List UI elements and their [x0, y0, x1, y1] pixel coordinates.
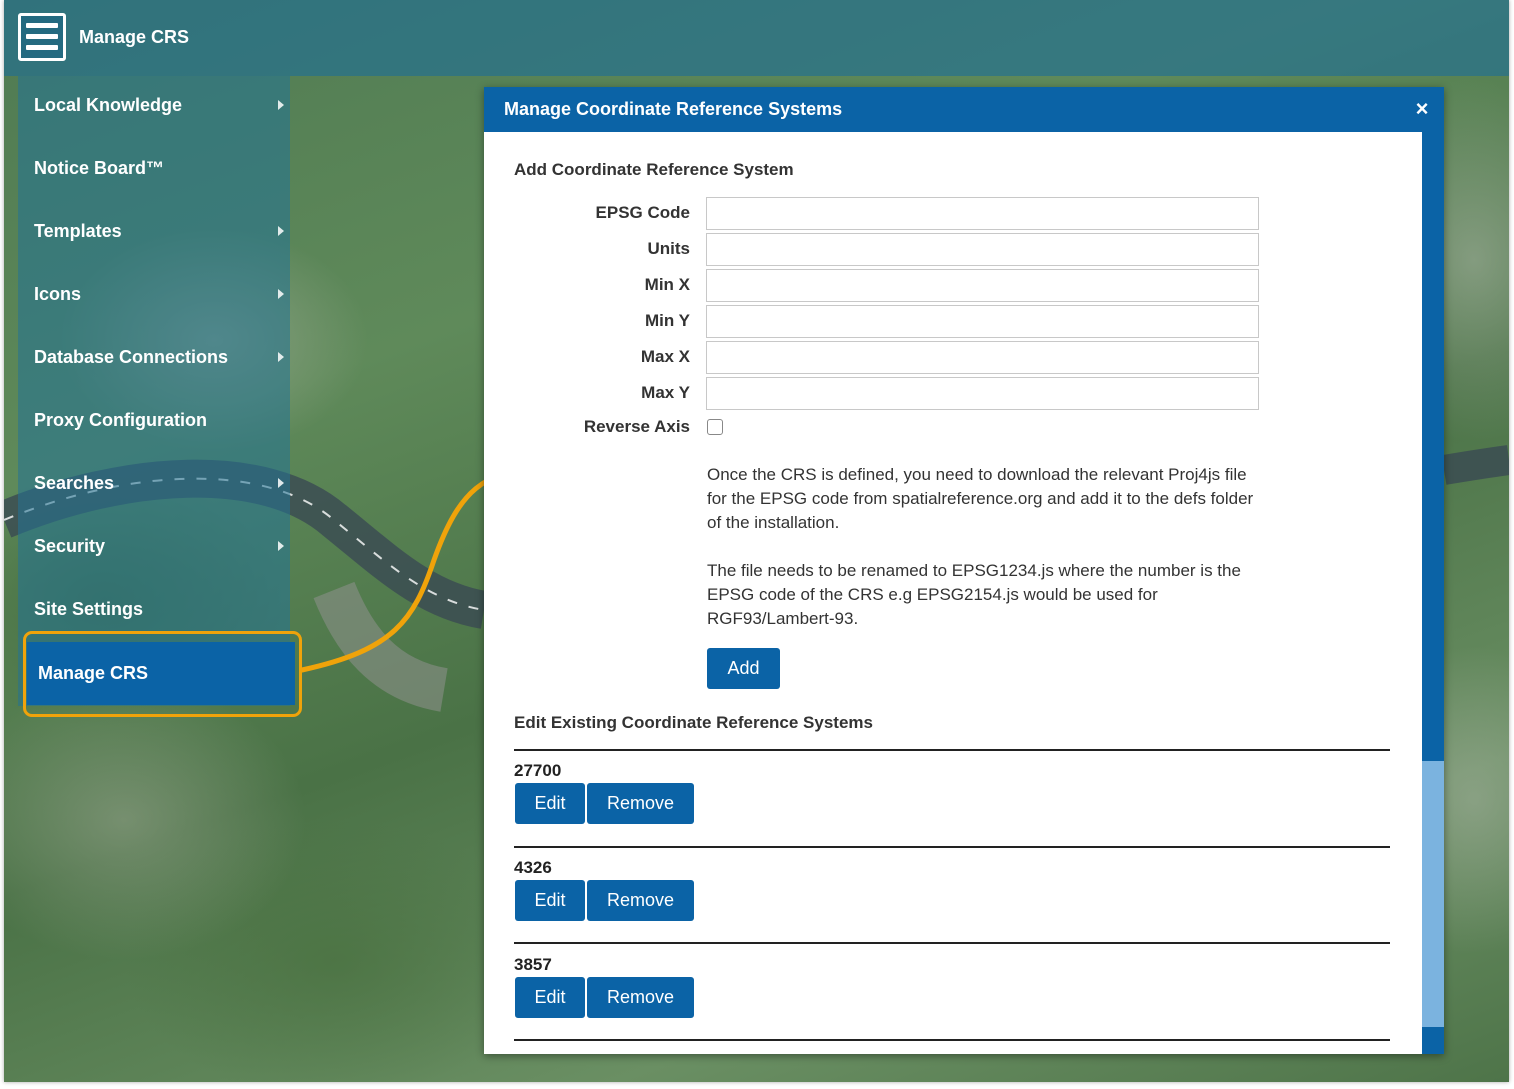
help-text-download: Once the CRS is defined, you need to dow…	[707, 465, 1254, 532]
divider	[514, 749, 1390, 751]
close-icon[interactable]: ×	[1412, 98, 1432, 120]
min-x-label: Min X	[644, 275, 690, 294]
chevron-right-icon	[278, 100, 284, 110]
max-x-input[interactable]	[706, 341, 1259, 374]
chevron-right-icon	[278, 289, 284, 299]
sidebar-item-label: Database Connections	[34, 347, 229, 367]
remove-button[interactable]: Remove	[587, 783, 694, 824]
app-title: Manage CRS	[79, 27, 190, 47]
sidebar-item-security[interactable]: Security	[18, 517, 290, 580]
dialog-scrollbar[interactable]	[1422, 132, 1444, 1054]
max-x-label: Max X	[640, 347, 690, 366]
reverse-axis-checkbox[interactable]	[707, 419, 723, 435]
sidebar-item-database-connections[interactable]: Database Connections	[18, 328, 290, 391]
sidebar-item-label: Icons	[34, 284, 82, 304]
edit-section-title: Edit Existing Coordinate Reference Syste…	[514, 713, 873, 732]
sidebar-item-label: Proxy Configuration	[34, 410, 208, 430]
sidebar-item-local-knowledge[interactable]: Local Knowledge	[18, 76, 290, 139]
epsg-code-input[interactable]	[706, 197, 1259, 230]
chevron-right-icon	[278, 478, 284, 488]
scrollbar-thumb[interactable]	[1422, 761, 1444, 1027]
remove-button[interactable]: Remove	[587, 977, 694, 1018]
units-input[interactable]	[706, 233, 1259, 266]
reverse-axis-label: Reverse Axis	[583, 417, 690, 436]
epsg-code-label: EPSG Code	[595, 203, 690, 222]
dialog-header: Manage Coordinate Reference Systems ×	[484, 87, 1444, 132]
crs-code: 4326	[514, 858, 552, 877]
sidebar: Local Knowledge Notice Board™ Templates …	[18, 76, 295, 706]
chevron-right-icon	[278, 226, 284, 236]
sidebar-item-notice-board[interactable]: Notice Board™	[18, 139, 290, 202]
sidebar-item-label: Security	[34, 536, 106, 556]
sidebar-item-label: Site Settings	[34, 599, 144, 619]
highlight-box	[23, 631, 302, 717]
crs-code: 3857	[514, 955, 552, 974]
background-image: Manage CRS Local Knowledge Notice Board™…	[4, 0, 1509, 1082]
remove-button[interactable]: Remove	[587, 880, 694, 921]
sidebar-item-searches[interactable]: Searches	[18, 454, 290, 517]
dialog-title: Manage Coordinate Reference Systems	[504, 99, 843, 119]
crs-code: 27700	[514, 761, 562, 780]
edit-button[interactable]: Edit	[515, 977, 585, 1018]
manage-crs-dialog: Manage Coordinate Reference Systems × Ad…	[484, 87, 1444, 1054]
divider	[514, 846, 1390, 848]
sidebar-item-templates[interactable]: Templates	[18, 202, 290, 265]
sidebar-item-icons[interactable]: Icons	[18, 265, 290, 328]
units-label: Units	[647, 239, 691, 258]
add-section-title: Add Coordinate Reference System	[514, 160, 794, 179]
min-y-input[interactable]	[706, 305, 1259, 338]
min-x-input[interactable]	[706, 269, 1259, 302]
max-y-label: Max Y	[641, 383, 690, 402]
chevron-right-icon	[278, 352, 284, 362]
help-text-rename: The file needs to be renamed to EPSG1234…	[707, 561, 1241, 628]
top-bar: Manage CRS	[4, 0, 1509, 76]
sidebar-item-proxy-configuration[interactable]: Proxy Configuration	[18, 391, 290, 454]
divider	[514, 1039, 1390, 1041]
sidebar-item-label: Templates	[34, 221, 122, 241]
sidebar-item-label: Searches	[34, 473, 115, 493]
edit-button[interactable]: Edit	[515, 783, 585, 824]
edit-button[interactable]: Edit	[515, 880, 585, 921]
chevron-right-icon	[278, 541, 284, 551]
sidebar-item-label: Notice Board™	[34, 158, 165, 178]
hamburger-icon[interactable]	[18, 13, 66, 61]
add-button[interactable]: Add	[707, 648, 780, 689]
divider	[514, 942, 1390, 944]
min-y-label: Min Y	[644, 311, 690, 330]
max-y-input[interactable]	[706, 377, 1259, 410]
sidebar-item-label: Local Knowledge	[34, 95, 183, 115]
